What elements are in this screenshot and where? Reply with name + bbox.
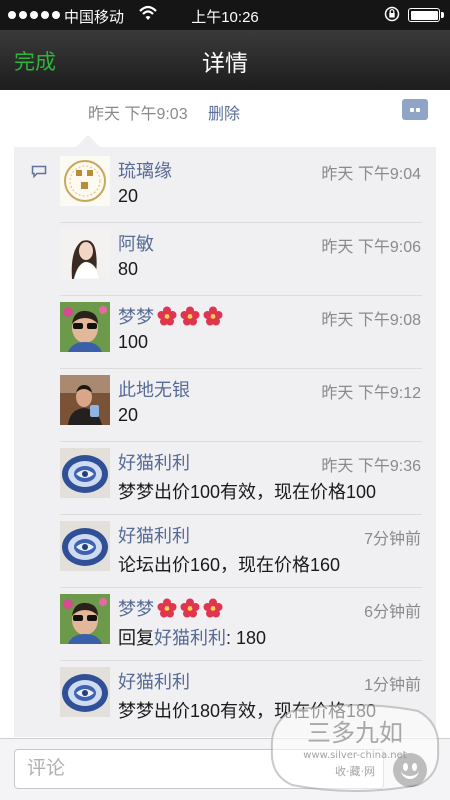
- avatar[interactable]: [60, 667, 110, 717]
- reply-to-name[interactable]: 好猫利利: [154, 628, 226, 648]
- watermark: 三多九如 www.silver-china.net 收·藏·网: [270, 704, 440, 792]
- reply-body: : 180: [226, 628, 267, 648]
- commenter-name[interactable]: 好猫利利: [118, 668, 190, 694]
- comment-text: 20: [118, 405, 139, 425]
- comment-item: 阿敏 昨天 下午9:06 80: [60, 223, 422, 296]
- comment-item: 此地无银 昨天 下午9:12 20: [60, 369, 422, 442]
- comment-time: 1分钟前: [364, 677, 421, 694]
- flower-emoji-icon: [157, 306, 177, 326]
- navigation-bar: 完成 详情: [0, 30, 450, 90]
- avatar[interactable]: [60, 594, 110, 644]
- flower-emoji-icon: [157, 598, 177, 618]
- page-title: 详情: [202, 50, 248, 76]
- avatar[interactable]: [60, 302, 110, 352]
- avatar[interactable]: [60, 521, 110, 571]
- comment-list: 琉璃缘 昨天 下午9:04 20 阿敏 昨天 下午9:06 80 梦梦 昨天 下…: [60, 150, 422, 734]
- comment-item: 好猫利利 7分钟前 论坛出价160，现在价格160: [60, 515, 422, 588]
- avatar[interactable]: [60, 229, 110, 279]
- avatar[interactable]: [60, 156, 110, 206]
- flower-emoji-icon: [203, 598, 223, 618]
- avatar[interactable]: [60, 375, 110, 425]
- avatar[interactable]: [60, 448, 110, 498]
- comment-text: 80: [118, 259, 139, 279]
- comment-text: 100: [118, 332, 149, 352]
- commenter-name[interactable]: 梦梦: [118, 595, 223, 621]
- comment-time: 昨天 下午9:04: [321, 166, 421, 183]
- comment-time: 昨天 下午9:08: [321, 312, 421, 329]
- commenter-name[interactable]: 此地无银: [118, 376, 190, 402]
- comment-text: 20: [118, 186, 139, 206]
- commenter-name[interactable]: 琉璃缘: [118, 157, 172, 183]
- comment-time: 6分钟前: [364, 604, 421, 621]
- watermark-subtitle: 收·藏·网: [335, 764, 375, 778]
- commenter-name[interactable]: 好猫利利: [118, 522, 190, 548]
- comment-time: 昨天 下午9:06: [321, 239, 421, 256]
- status-bar: 中国移动 上午10:26: [0, 0, 450, 30]
- rotation-lock-icon: [384, 6, 400, 22]
- commenter-name[interactable]: 好猫利利: [118, 449, 190, 475]
- flower-emoji-icon: [203, 306, 223, 326]
- comment-item: 梦梦 6分钟前 回复好猫利利: 180: [60, 588, 422, 661]
- comment-text: 梦梦出价100有效，现在价格100: [118, 482, 377, 502]
- comment-item: 琉璃缘 昨天 下午9:04 20: [60, 150, 422, 223]
- flower-emoji-icon: [180, 598, 200, 618]
- flower-emoji-icon: [180, 306, 200, 326]
- reply-prefix: 回复: [118, 628, 154, 648]
- comment-bubble-icon: [31, 165, 47, 178]
- battery-icon: [408, 8, 444, 22]
- comment-item: 好猫利利 昨天 下午9:36 梦梦出价100有效，现在价格100: [60, 442, 422, 515]
- commenter-name[interactable]: 梦梦: [118, 303, 223, 329]
- comment-text: 回复好猫利利: 180: [118, 624, 266, 650]
- watermark-title: 三多九如: [307, 719, 403, 747]
- comment-time: 昨天 下午9:12: [321, 385, 421, 402]
- comment-time: 昨天 下午9:36: [321, 458, 421, 475]
- comment-action-icon[interactable]: [402, 99, 428, 120]
- post-timestamp: 昨天 下午9:03: [88, 106, 188, 123]
- delete-button[interactable]: 删除: [208, 100, 240, 124]
- commenter-name[interactable]: 阿敏: [118, 230, 154, 256]
- comment-item: 梦梦 昨天 下午9:08 100: [60, 296, 422, 369]
- status-time: 上午10:26: [191, 9, 259, 26]
- comment-text: 论坛出价160，现在价格160: [118, 555, 341, 575]
- watermark-url: www.silver-china.net: [303, 750, 406, 761]
- panel-arrow: [76, 135, 100, 147]
- comment-time: 7分钟前: [364, 531, 421, 548]
